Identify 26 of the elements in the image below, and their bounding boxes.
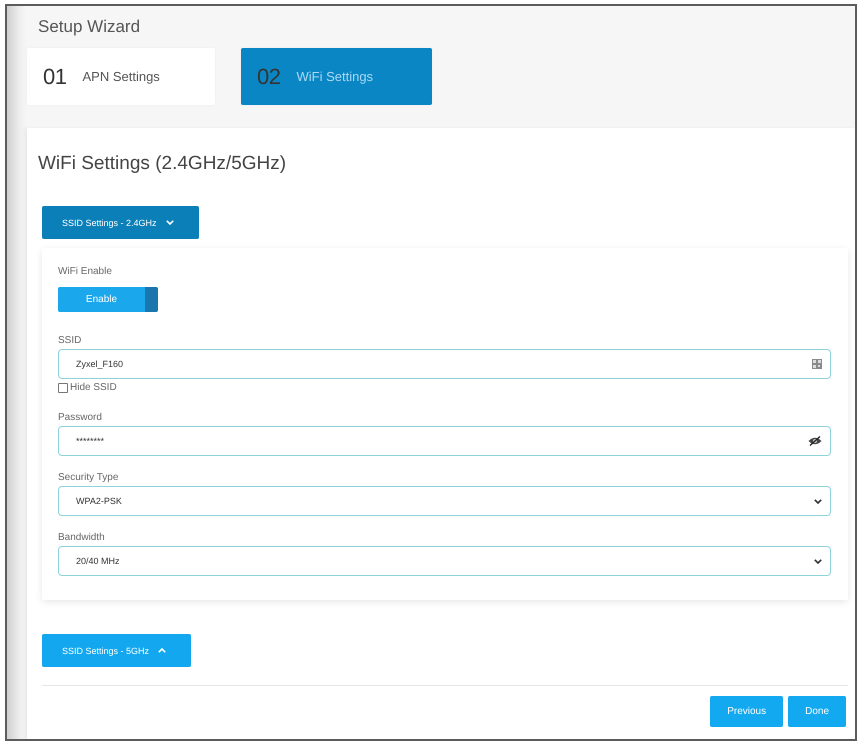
wizard-title: Setup Wizard <box>38 16 140 38</box>
password-field[interactable]: ******** <box>58 426 831 456</box>
text-field[interactable]: Zyxel_F160 <box>58 349 831 379</box>
section-title: WiFi Settings (2.4GHz/5GHz) <box>38 152 286 176</box>
step-tab[interactable]: 01 APN Settings <box>27 48 215 105</box>
toggle-switch[interactable]: Enable <box>58 287 158 312</box>
field-label: Password <box>58 411 102 424</box>
dropdown-field[interactable]: 20/40 MHz <box>58 546 831 576</box>
field-label: SSID <box>58 334 82 347</box>
qr-code-icon[interactable] <box>812 359 822 369</box>
wizard-action-button[interactable]: Previous <box>710 696 784 727</box>
checkbox[interactable] <box>58 383 68 393</box>
wizard-action-button[interactable]: Done <box>788 696 846 727</box>
checkbox-label: Hide SSID <box>70 382 117 394</box>
chevron-down-icon <box>166 220 174 225</box>
chevron-down-icon[interactable] <box>814 558 822 564</box>
chevron-down-icon[interactable] <box>814 498 822 504</box>
eye-slash-icon[interactable] <box>808 436 822 446</box>
chevron-up-icon <box>158 648 166 653</box>
step-tab[interactable]: 02 WiFi Settings <box>241 48 432 105</box>
dropdown-field[interactable]: WPA2-PSK <box>58 486 831 516</box>
field-label: Bandwidth <box>58 531 105 544</box>
band-toggle-button[interactable]: SSID Settings - 2.4GHz <box>42 206 199 239</box>
field-label: WiFi Enable <box>58 265 112 278</box>
band-toggle-button[interactable]: SSID Settings - 5GHz <box>42 634 191 667</box>
field-label: Security Type <box>58 471 118 484</box>
